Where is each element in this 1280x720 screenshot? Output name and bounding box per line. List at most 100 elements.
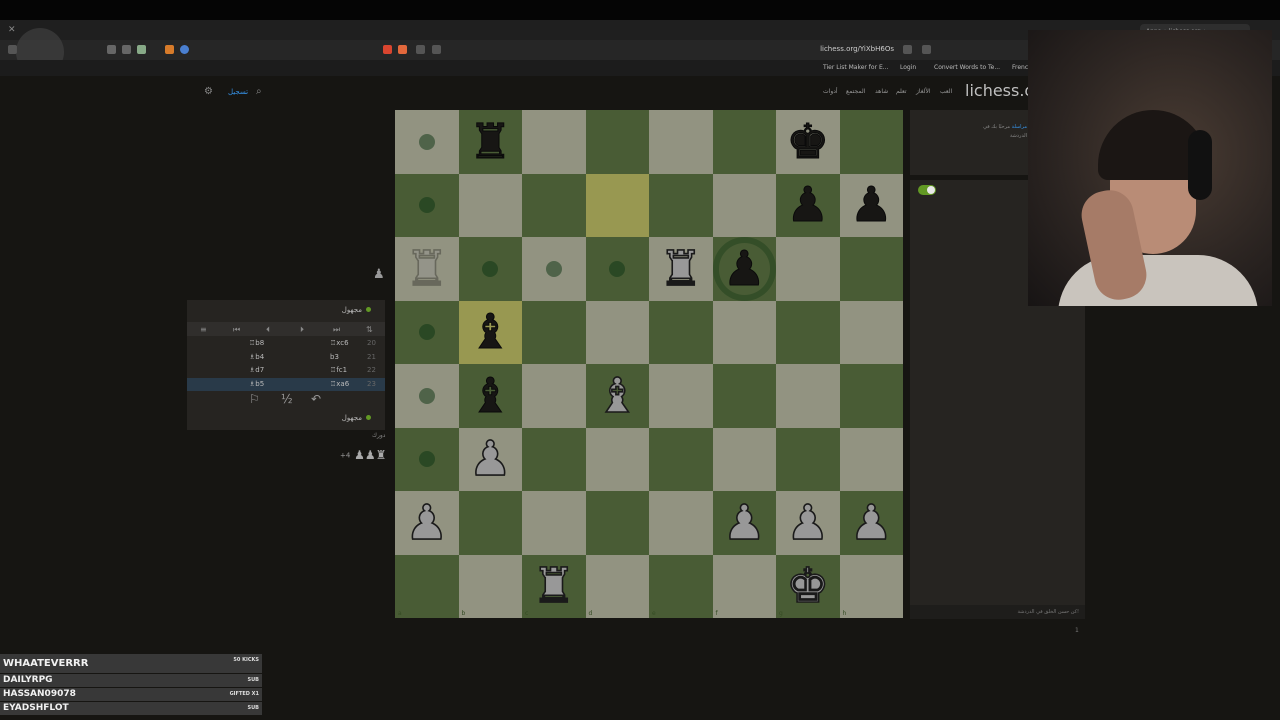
board-square[interactable] [522, 237, 586, 301]
board-square[interactable] [522, 364, 586, 428]
black-bishop-icon[interactable]: ♝ [468, 371, 512, 420]
board-square[interactable] [458, 237, 522, 301]
black-rook-icon[interactable]: ♜ [468, 117, 512, 166]
search-icon[interactable]: ⌕ [256, 86, 262, 97]
white-pawn-icon[interactable]: ♟ [404, 498, 449, 548]
board-square[interactable] [522, 173, 586, 237]
move-row[interactable]: ♗b5 ♖xa6 23 [187, 377, 385, 391]
board-square[interactable] [776, 300, 840, 364]
move-row[interactable]: ♗d7 ♖fc1 22 [187, 364, 385, 377]
nav-play[interactable]: العب [940, 88, 952, 95]
board-square[interactable] [776, 237, 840, 301]
chat-toggle[interactable] [918, 185, 936, 195]
white-move[interactable]: ♖xa6 [330, 380, 349, 388]
board-square[interactable]: f [712, 554, 776, 618]
move-hint-dot[interactable] [609, 260, 626, 277]
board-square[interactable] [585, 491, 649, 555]
prev-move-icon[interactable]: ⏴ [266, 325, 270, 335]
board-square[interactable] [839, 364, 903, 428]
black-move[interactable]: ♗b4 [249, 353, 264, 361]
board-square[interactable] [712, 427, 776, 491]
board-square[interactable] [839, 300, 903, 364]
white-pawn-icon[interactable]: ♟ [722, 498, 767, 548]
board-square[interactable] [649, 173, 713, 237]
move-row[interactable]: ♗b4 b3 21 [187, 351, 385, 364]
board-square[interactable] [649, 364, 713, 428]
back-icon[interactable] [416, 45, 425, 54]
board-square[interactable]: ♝ [458, 300, 522, 364]
white-king-icon[interactable]: ♚ [785, 561, 830, 611]
board-square[interactable]: ♟ [776, 491, 840, 555]
board-square[interactable] [649, 427, 713, 491]
white-move[interactable]: ♖xc6 [330, 339, 349, 347]
move-hint-dot[interactable] [418, 197, 435, 214]
chessboard[interactable]: ♜ ♚ ♟ ♟ ♜ ♜ ♟ ♝ ♝ ♝ ♟ ♟ ♟ ♟ ♟ a b ♜ c d e f ♚ g h [395, 110, 903, 618]
sign-in-link[interactable]: تسجيل [228, 88, 248, 96]
menu-icon[interactable]: ≡ [200, 325, 207, 334]
board-square[interactable] [649, 110, 713, 174]
bookmark-icon[interactable] [922, 45, 931, 54]
bookmark-item[interactable]: Login [900, 64, 916, 71]
board-square[interactable]: b [458, 554, 522, 618]
board-square[interactable] [649, 491, 713, 555]
white-rook-icon[interactable]: ♜ [658, 244, 703, 294]
board-square[interactable]: ♟ [712, 237, 776, 301]
black-king-icon[interactable]: ♚ [786, 117, 830, 166]
extension-icon[interactable] [107, 45, 116, 54]
board-square[interactable] [585, 427, 649, 491]
last-move-icon[interactable]: ⏭ [333, 325, 340, 335]
black-bishop-icon[interactable]: ♝ [468, 308, 512, 357]
extension-icon[interactable] [137, 45, 146, 54]
bottom-player[interactable]: مجهول [342, 414, 371, 422]
board-square[interactable] [649, 300, 713, 364]
nav-community[interactable]: المجتمع [846, 88, 865, 95]
board-square[interactable] [839, 110, 903, 174]
board-square[interactable] [712, 300, 776, 364]
board-square[interactable]: ♜ [395, 237, 459, 301]
address-bar[interactable]: lichess.org/YiXbH6Os [600, 44, 930, 56]
board-square[interactable] [585, 237, 649, 301]
white-bishop-icon[interactable]: ♝ [595, 371, 640, 421]
move-hint-dot[interactable] [418, 133, 435, 150]
brave-shield-icon[interactable] [383, 45, 392, 54]
board-square[interactable] [712, 364, 776, 428]
board-square[interactable]: e [649, 554, 713, 618]
move-hint-dot[interactable] [545, 260, 562, 277]
white-rook-icon[interactable]: ♜ [404, 244, 449, 294]
chat-input[interactable]: كن حسن الخلق في الدردشة! [910, 605, 1085, 619]
flip-board-icon[interactable]: ⇅ [366, 325, 373, 334]
bookmark-item[interactable]: Convert Words to Te... [934, 64, 1000, 71]
board-square[interactable] [395, 364, 459, 428]
board-square[interactable] [585, 173, 649, 237]
board-square[interactable]: ♟ [776, 173, 840, 237]
board-square[interactable]: ♝ [585, 364, 649, 428]
board-square[interactable]: ♜ c [522, 554, 586, 618]
board-square[interactable]: ♝ [458, 364, 522, 428]
tab-icon[interactable] [432, 45, 441, 54]
bookmark-item[interactable]: Tier List Maker for E... [823, 64, 888, 71]
board-square[interactable] [712, 110, 776, 174]
extension-icon[interactable] [180, 45, 189, 54]
extension-icon[interactable] [122, 45, 131, 54]
board-square[interactable]: ♚ [776, 110, 840, 174]
board-square[interactable] [839, 427, 903, 491]
close-icon[interactable]: ✕ [8, 25, 16, 35]
white-pawn-icon[interactable]: ♟ [468, 434, 513, 484]
black-move[interactable]: ♗d7 [249, 366, 264, 374]
board-square[interactable]: ♟ [712, 491, 776, 555]
nav-puzzles[interactable]: الألغاز [916, 88, 931, 95]
white-pawn-icon[interactable]: ♟ [785, 498, 830, 548]
board-square[interactable] [776, 364, 840, 428]
board-square[interactable]: ♟ [839, 173, 903, 237]
white-rook-icon[interactable]: ♜ [531, 561, 576, 611]
board-square[interactable]: a [395, 554, 459, 618]
board-square[interactable]: ♟ [839, 491, 903, 555]
black-move[interactable]: ♖b8 [249, 339, 264, 347]
top-player[interactable]: مجهول [342, 306, 371, 314]
board-square[interactable]: ♜ [649, 237, 713, 301]
board-square[interactable]: d [585, 554, 649, 618]
takeback-icon[interactable]: ↶ [311, 392, 321, 406]
move-hint-dot[interactable] [418, 451, 435, 468]
shield-icon[interactable] [398, 45, 407, 54]
board-square[interactable] [395, 173, 459, 237]
